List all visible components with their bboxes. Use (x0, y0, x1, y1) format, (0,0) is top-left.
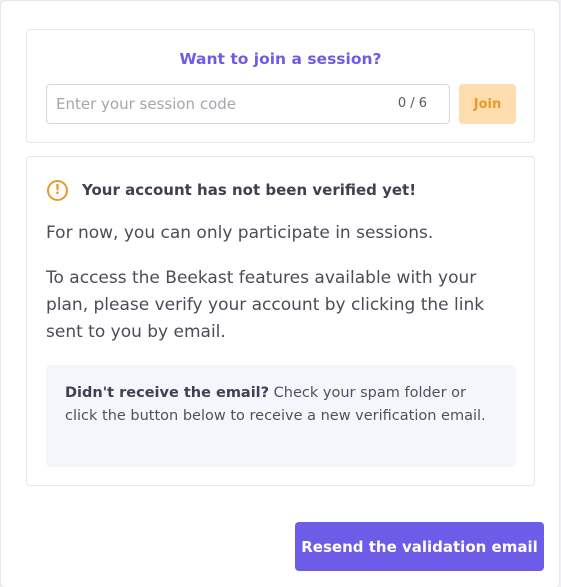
session-code-input[interactable] (47, 85, 377, 123)
join-button[interactable]: Join (459, 84, 516, 124)
join-session-title: Want to join a session? (179, 50, 382, 68)
session-code-field[interactable]: 0 / 6 (46, 84, 450, 124)
join-session-card: Want to join a session? 0 / 6 Join (26, 29, 535, 143)
participation-notice: For now, you can only participate in ses… (46, 223, 434, 243)
verification-warning-title: Your account has not been verified yet! (82, 181, 417, 199)
resend-info-box: Didn't receive the email? Check your spa… (46, 365, 516, 467)
exclamation-circle-icon: ! (47, 179, 68, 201)
code-character-counter: 0 / 6 (397, 96, 427, 111)
verification-instructions: To access the Beekast features available… (46, 268, 485, 342)
account-verification-card: ! Your account has not been verified yet… (26, 156, 535, 486)
resend-info-heading: Didn't receive the email? (65, 385, 270, 401)
resend-validation-email-button[interactable]: Resend the validation email (295, 522, 544, 571)
verification-warning: ! Your account has not been verified yet… (47, 177, 416, 203)
verification-modal: Want to join a session? 0 / 6 Join ! You… (1, 1, 559, 587)
